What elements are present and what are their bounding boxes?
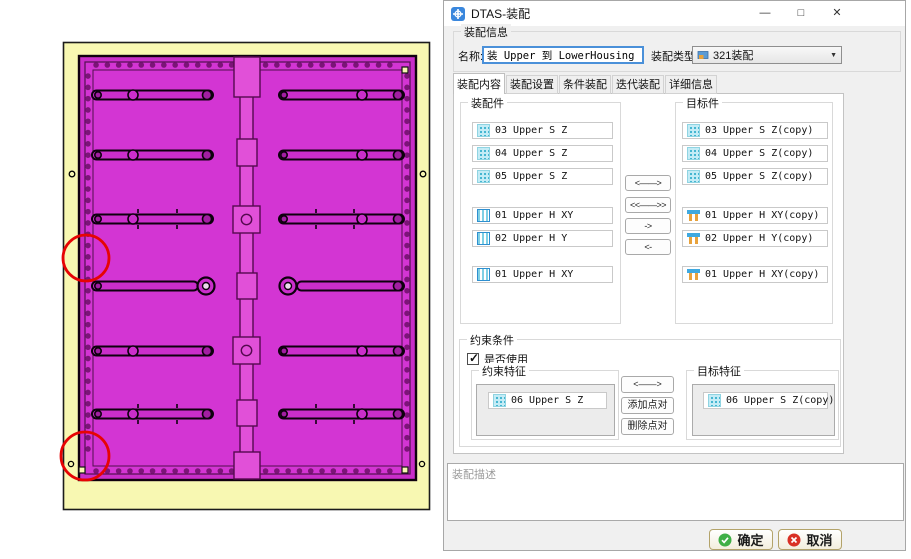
chevron-down-icon: ▼	[830, 51, 837, 59]
target-feature-label: 目标特征	[694, 363, 744, 379]
constraint-feature-group: 约束特征 06 Upper S Z	[471, 363, 619, 440]
assembly-description-textarea[interactable]	[447, 463, 904, 521]
list-item[interactable]: 01 Upper H XY	[472, 266, 613, 283]
assembly-3d-view	[59, 41, 431, 511]
hole-feature-icon	[477, 209, 490, 222]
list-item[interactable]: 05 Upper S Z(copy)	[682, 168, 828, 185]
list-item[interactable]: 03 Upper S Z(copy)	[682, 122, 828, 139]
list-item[interactable]: 04 Upper S Z	[472, 145, 613, 162]
assembly-type-label: 装配类型:	[651, 51, 699, 63]
source-parts-label: 装配件	[468, 95, 507, 111]
list-item[interactable]: 04 Upper S Z(copy)	[682, 145, 828, 162]
target-feature-panel: 06 Upper S Z(copy)	[692, 384, 835, 436]
pin-feature-icon	[687, 269, 700, 280]
tab-iterative-assembly[interactable]: 迭代装配	[612, 75, 664, 94]
hole-feature-icon	[477, 232, 490, 245]
surface-feature-icon	[477, 124, 490, 137]
constraint-feature-panel: 06 Upper S Z	[476, 384, 615, 436]
surface-feature-icon	[687, 124, 700, 137]
cad-viewport[interactable]	[0, 0, 443, 554]
surface-feature-icon	[687, 170, 700, 183]
constraint-group-label: 约束条件	[467, 332, 517, 348]
list-item[interactable]: 03 Upper S Z	[472, 122, 613, 139]
assembly-content-page: 装配件 03 Upper S Z 04 Upper S Z 05 Upper S…	[453, 93, 844, 454]
surface-feature-icon	[477, 170, 490, 183]
surface-feature-icon	[708, 394, 721, 407]
assembly-name-input[interactable]	[482, 46, 644, 64]
list-item[interactable]: 01 Upper H XY(copy)	[682, 207, 828, 224]
ok-check-icon	[718, 533, 732, 546]
dtas-assembly-dialog: DTAS-装配 — □ ✕ 装配信息 名称: 装配类型: 321装配 ▼ 装配内…	[443, 0, 906, 551]
surface-feature-icon	[687, 147, 700, 160]
assembly-type-combobox[interactable]: 321装配 ▼	[692, 46, 842, 64]
target-feature-group: 目标特征 06 Upper S Z(copy)	[686, 363, 839, 440]
target-parts-label: 目标件	[683, 95, 722, 111]
app-icon	[451, 6, 465, 21]
pin-feature-icon	[687, 233, 700, 244]
surface-feature-icon	[477, 147, 490, 160]
move-left-button[interactable]: <-	[625, 239, 671, 255]
tab-strip: 装配内容 装配设置 条件装配 迭代装配 详细信息	[453, 73, 853, 94]
close-button[interactable]: ✕	[822, 1, 852, 26]
move-right-button[interactable]: ->	[625, 218, 671, 234]
constraint-feature-label: 约束特征	[479, 363, 529, 379]
maximize-button[interactable]: □	[786, 1, 816, 26]
pin-feature-icon	[687, 210, 700, 221]
pair-link-button[interactable]: <——>	[621, 376, 674, 393]
list-item[interactable]: 06 Upper S Z(copy)	[703, 392, 834, 409]
assembly-info-group: 装配信息 名称: 装配类型: 321装配 ▼	[453, 24, 901, 72]
use-constraint-checkbox[interactable]	[467, 351, 479, 365]
assembly-type-icon	[697, 51, 709, 59]
list-item[interactable]: 01 Upper H XY	[472, 207, 613, 224]
list-item[interactable]: 02 Upper H Y(copy)	[682, 230, 828, 247]
tab-assembly-content[interactable]: 装配内容	[453, 73, 505, 94]
surface-feature-icon	[493, 394, 506, 407]
link-all-button[interactable]: <<——>>	[625, 197, 671, 213]
hole-feature-icon	[477, 268, 490, 281]
list-item[interactable]: 06 Upper S Z	[488, 392, 607, 409]
add-point-pair-button[interactable]: 添加点对	[621, 397, 674, 414]
delete-point-pair-button[interactable]: 删除点对	[621, 418, 674, 435]
tab-assembly-settings[interactable]: 装配设置	[506, 75, 558, 94]
constraint-group: 约束条件 是否使用 约束特征 06 Upper S Z <——> 添加点对 删除…	[459, 332, 841, 447]
list-item[interactable]: 02 Upper H Y	[472, 230, 613, 247]
window-title: DTAS-装配	[471, 7, 531, 21]
link-pair-button[interactable]: <——>	[625, 175, 671, 191]
list-item[interactable]: 05 Upper S Z	[472, 168, 613, 185]
minimize-button[interactable]: —	[750, 1, 780, 26]
tab-detail-info[interactable]: 详细信息	[665, 75, 717, 94]
cancel-button[interactable]: 取消	[778, 529, 842, 550]
list-item[interactable]: 01 Upper H XY(copy)	[682, 266, 828, 283]
assembly-type-value: 321装配	[713, 50, 754, 62]
assembly-info-label: 装配信息	[461, 24, 511, 40]
title-bar[interactable]: DTAS-装配 — □ ✕	[444, 1, 905, 26]
tab-condition-assembly[interactable]: 条件装配	[559, 75, 611, 94]
name-label: 名称:	[458, 51, 484, 63]
cancel-x-icon	[787, 533, 801, 546]
ok-button[interactable]: 确定	[709, 529, 773, 550]
